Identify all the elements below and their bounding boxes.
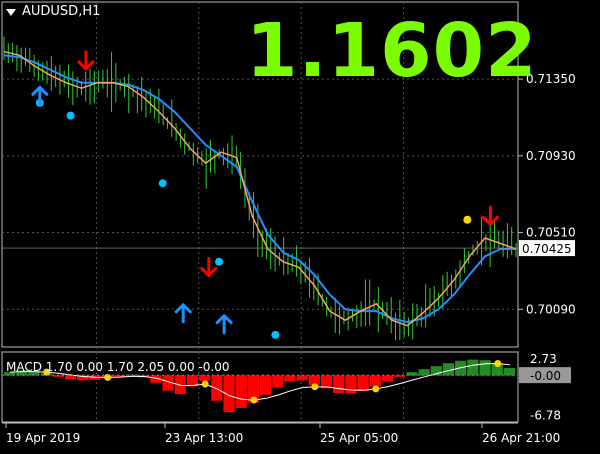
signal-dot: [215, 257, 224, 266]
big-price-display: 1.1602: [246, 8, 538, 94]
macd-cross-dot: [201, 380, 209, 388]
arrow-shape: [31, 85, 49, 106]
macd-histogram-bar: [503, 367, 515, 376]
time-tick-label: 23 Apr 13:00: [165, 431, 243, 445]
macd-histogram-bar: [199, 375, 211, 382]
symbol-label: AUDUSD,H1: [22, 4, 101, 19]
buy-arrow-icon: [215, 314, 233, 335]
signal-dot: [271, 330, 280, 339]
macd-cross-dot: [372, 385, 380, 393]
macd-histogram-bar: [235, 375, 247, 408]
arrow-shape: [77, 50, 95, 71]
macd-tick-label: 2.73: [530, 352, 557, 366]
price-tick-label: 0.70090: [526, 302, 576, 316]
macd-histogram-bar: [467, 359, 479, 376]
symbol-menu-icon[interactable]: [6, 9, 16, 16]
macd-histogram-bar: [479, 360, 491, 376]
arrow-shape: [481, 205, 499, 226]
arrow-shape: [215, 314, 233, 335]
arrow-shape: [174, 303, 192, 324]
buy-arrow-icon: [31, 85, 49, 106]
macd-histogram-bar: [260, 375, 272, 395]
macd-tick-label: -6.78: [530, 409, 561, 423]
macd-cross-dot: [250, 396, 258, 404]
macd-histogram-bar: [174, 375, 186, 395]
macd-marks: MACD 1.70 0.00 1.70 2.05 0.00 -0.00: [2, 359, 518, 413]
sell-arrow-icon: [77, 50, 95, 71]
macd-histogram-bar: [345, 375, 357, 394]
macd-histogram-bar: [211, 375, 223, 401]
macd-cross-dot: [311, 383, 319, 391]
buy-arrow-icon: [174, 303, 192, 324]
price-tag-label: 0.70425: [522, 242, 572, 256]
sell-arrow-icon: [200, 256, 218, 277]
macd-histogram-bar: [296, 375, 308, 381]
macd-histogram-bar: [357, 375, 369, 392]
macd-histogram-bar: [284, 375, 296, 382]
macd-histogram-bar: [272, 375, 284, 388]
price-tick-label: 0.70930: [526, 149, 576, 163]
price-tick-label: 0.70510: [526, 226, 576, 240]
sell-arrow-icon: [481, 205, 499, 226]
yellow-signal-dot: [463, 215, 472, 224]
macd-label: MACD 1.70 0.00 1.70 2.05 0.00 -0.00: [6, 360, 230, 374]
macd-histogram-bar: [381, 375, 394, 382]
slow-ma-line: [3, 54, 516, 324]
time-tick-label: 19 Apr 2019: [6, 431, 80, 445]
arrow-shape: [200, 256, 218, 277]
macd-cross-dot: [494, 360, 502, 368]
macd-histogram-bar: [320, 375, 333, 389]
macd-histogram-bar: [369, 375, 381, 387]
signal-dot: [158, 179, 167, 188]
signal-dot: [66, 111, 75, 120]
time-tick-label: 25 Apr 05:00: [320, 431, 398, 445]
time-tick-label: 26 Apr 21:00: [482, 431, 560, 445]
chart-window[interactable]: MACD 1.70 0.00 1.70 2.05 0.00 -0.00 0.71…: [0, 0, 600, 450]
macd-current-label: -0.00: [530, 369, 561, 383]
macd-histogram-bar: [333, 375, 345, 393]
